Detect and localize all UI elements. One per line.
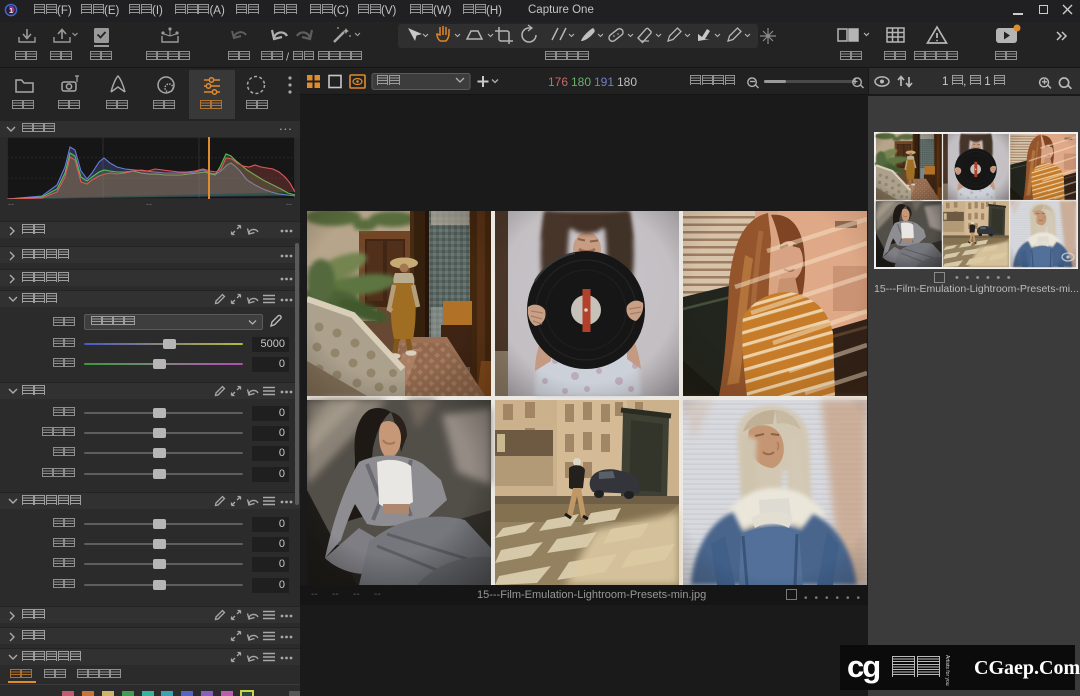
svg-text:191: 191 bbox=[594, 75, 614, 89]
svg-text:176: 176 bbox=[548, 75, 568, 89]
svg-text:1: 1 bbox=[9, 6, 14, 15]
svg-text:180: 180 bbox=[617, 75, 637, 89]
svg-text:180: 180 bbox=[571, 75, 591, 89]
